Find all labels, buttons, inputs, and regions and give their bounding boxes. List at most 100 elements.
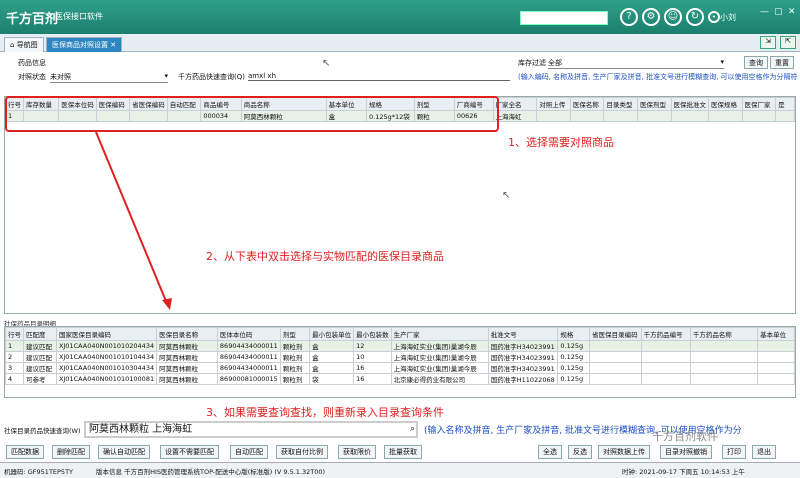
column-header[interactable]: 是 bbox=[775, 97, 795, 111]
tab-drug-compare[interactable]: 医保商品对照设置 ✕ bbox=[46, 37, 123, 52]
export-icon[interactable]: ⇲ bbox=[760, 36, 776, 49]
table-cell[interactable] bbox=[757, 340, 795, 352]
table-cell[interactable] bbox=[757, 351, 795, 363]
action-button[interactable]: 批量获取 bbox=[384, 445, 422, 459]
table-row[interactable]: 3 建议匹配 XJ01CAA040N001010304434 阿莫西林颗粒 869044… bbox=[5, 362, 795, 374]
table-cell[interactable] bbox=[689, 373, 759, 385]
column-header[interactable]: 千方药品名称 bbox=[689, 327, 759, 341]
tab-navigation[interactable]: ⌂ 导航图 bbox=[4, 37, 44, 52]
table-cell[interactable]: 国药准字H11022068 bbox=[487, 373, 559, 385]
table-cell[interactable]: 国药准字H34023991 bbox=[487, 340, 559, 352]
column-header[interactable]: 医保厂家 bbox=[741, 97, 777, 111]
table-cell[interactable] bbox=[603, 110, 638, 122]
tab-close-icon[interactable]: ✕ bbox=[110, 41, 116, 49]
table-cell[interactable]: 阿莫西林颗粒 bbox=[156, 362, 218, 374]
action-button[interactable]: 自动匹配 bbox=[230, 445, 268, 459]
table-cell[interactable] bbox=[708, 110, 743, 122]
table-cell[interactable] bbox=[536, 110, 571, 122]
table-cell[interactable]: 2 bbox=[5, 351, 24, 363]
minimize-icon[interactable]: — bbox=[760, 7, 769, 17]
table-cell[interactable] bbox=[640, 362, 691, 374]
column-header[interactable]: 医保目录名称 bbox=[156, 327, 218, 341]
table-cell[interactable] bbox=[689, 362, 759, 374]
reset-button[interactable]: 重置 bbox=[770, 56, 794, 69]
column-header[interactable]: 目录类型 bbox=[603, 97, 638, 111]
action-button[interactable]: 获取限价 bbox=[338, 445, 376, 459]
column-header[interactable]: 最小包装数 bbox=[353, 327, 392, 341]
table-cell[interactable] bbox=[569, 110, 605, 122]
table-cell[interactable]: 0.125g bbox=[557, 351, 591, 363]
column-header[interactable]: 规格 bbox=[557, 327, 591, 341]
table-cell[interactable]: 上海海虹 bbox=[492, 110, 538, 122]
column-header[interactable]: 千方药品编号 bbox=[640, 327, 691, 341]
table-cell[interactable] bbox=[757, 373, 795, 385]
table-cell[interactable] bbox=[589, 373, 642, 385]
table-cell[interactable]: 0.125g bbox=[557, 340, 591, 352]
column-header[interactable]: 厂家全名 bbox=[492, 97, 538, 111]
table-cell[interactable]: 北京康必得药业有限公司 bbox=[390, 373, 489, 385]
table-cell[interactable]: 16 bbox=[353, 373, 392, 385]
table-cell[interactable]: 上海海虹实业(集团)巢湖今辰 bbox=[390, 362, 489, 374]
action-button[interactable]: 反选 bbox=[568, 445, 592, 459]
table-cell[interactable] bbox=[640, 373, 691, 385]
table-cell[interactable]: 12 bbox=[353, 340, 392, 352]
column-header[interactable]: 医保批准文 bbox=[670, 97, 709, 111]
table-cell[interactable]: 4 bbox=[5, 373, 24, 385]
search-icon[interactable]: ⌕ bbox=[410, 424, 415, 434]
table-cell[interactable]: 3 bbox=[5, 362, 24, 374]
column-header[interactable]: 匹配度 bbox=[23, 327, 57, 341]
action-button[interactable]: 目录对照撤销 bbox=[660, 445, 712, 459]
table-cell[interactable]: XJ01CAA040N001010304434 bbox=[55, 362, 158, 374]
top-search-input[interactable] bbox=[520, 11, 608, 25]
close-icon[interactable]: ✕ bbox=[788, 7, 796, 17]
table-cell[interactable]: 国药准字H34023991 bbox=[487, 351, 559, 363]
compare-status-select[interactable]: 未对照 ▾ bbox=[50, 72, 168, 83]
table-cell[interactable]: 国药准字H34023991 bbox=[487, 362, 559, 374]
quick-query-input[interactable]: amxl xh bbox=[248, 72, 510, 81]
table-cell[interactable]: 颗粒剂 bbox=[279, 351, 311, 363]
column-header[interactable]: 基本单位 bbox=[757, 327, 795, 341]
table-cell[interactable]: 10 bbox=[353, 351, 392, 363]
table-cell[interactable] bbox=[670, 110, 709, 122]
avatar[interactable]: • bbox=[708, 11, 720, 23]
table-cell[interactable]: 86904434000011 bbox=[216, 362, 281, 374]
column-header[interactable]: 最小包装单位 bbox=[309, 327, 355, 341]
column-header[interactable]: 省医保目录编码 bbox=[589, 327, 642, 341]
table-cell[interactable] bbox=[589, 351, 642, 363]
column-header[interactable]: 对照上传 bbox=[536, 97, 571, 111]
expand-icon[interactable]: ⇱ bbox=[780, 36, 796, 49]
action-button[interactable]: 获取自付比例 bbox=[276, 445, 328, 459]
column-header[interactable]: 批准文号 bbox=[487, 327, 559, 341]
table-cell[interactable]: 上海海虹实业(集团)巢湖今辰 bbox=[390, 351, 489, 363]
table-cell[interactable]: 盒 bbox=[309, 362, 355, 374]
column-header[interactable]: 行号 bbox=[5, 327, 24, 341]
table-row[interactable]: 4 可参考 XJ01CAA040N001010100081 阿莫西林颗粒 8690008… bbox=[5, 373, 795, 385]
table-cell[interactable]: 16 bbox=[353, 362, 392, 374]
action-button[interactable]: 退出 bbox=[752, 445, 776, 459]
table-cell[interactable]: 86904434000011 bbox=[216, 351, 281, 363]
table-cell[interactable]: 袋 bbox=[309, 373, 355, 385]
table-cell[interactable]: 0.125g bbox=[557, 362, 591, 374]
table-cell[interactable]: 建议匹配 bbox=[23, 362, 57, 374]
bottom-search-input[interactable]: 阿莫西林颗粒 上海海虹 bbox=[84, 421, 418, 438]
column-header[interactable]: 医保规格 bbox=[708, 97, 743, 111]
stock-filter-select[interactable]: 全部 ▾ bbox=[548, 58, 724, 69]
table-cell[interactable] bbox=[775, 110, 795, 122]
table-cell[interactable] bbox=[757, 362, 795, 374]
table-cell[interactable]: 阿莫西林颗粒 bbox=[156, 351, 218, 363]
table-cell[interactable]: XJ01CAA040N001010100081 bbox=[55, 373, 158, 385]
column-header[interactable]: 医保名称 bbox=[569, 97, 605, 111]
table-cell[interactable]: 盒 bbox=[309, 340, 355, 352]
table-cell[interactable]: 0.125g bbox=[557, 373, 591, 385]
table-cell[interactable]: 建议匹配 bbox=[23, 340, 57, 352]
table-cell[interactable]: 建议匹配 bbox=[23, 351, 57, 363]
action-button[interactable]: 全选 bbox=[538, 445, 562, 459]
column-header[interactable]: 国家医保目录编码 bbox=[55, 327, 158, 341]
help-icon[interactable]: ? bbox=[620, 8, 638, 26]
settings-icon[interactable]: ⚙ bbox=[642, 8, 660, 26]
column-header[interactable]: 剂型 bbox=[279, 327, 311, 341]
action-button[interactable]: 确认自动匹配 bbox=[98, 445, 150, 459]
action-button[interactable]: 删除匹配 bbox=[52, 445, 90, 459]
table-cell[interactable] bbox=[636, 110, 672, 122]
refresh-icon[interactable]: ↻ bbox=[686, 8, 704, 26]
